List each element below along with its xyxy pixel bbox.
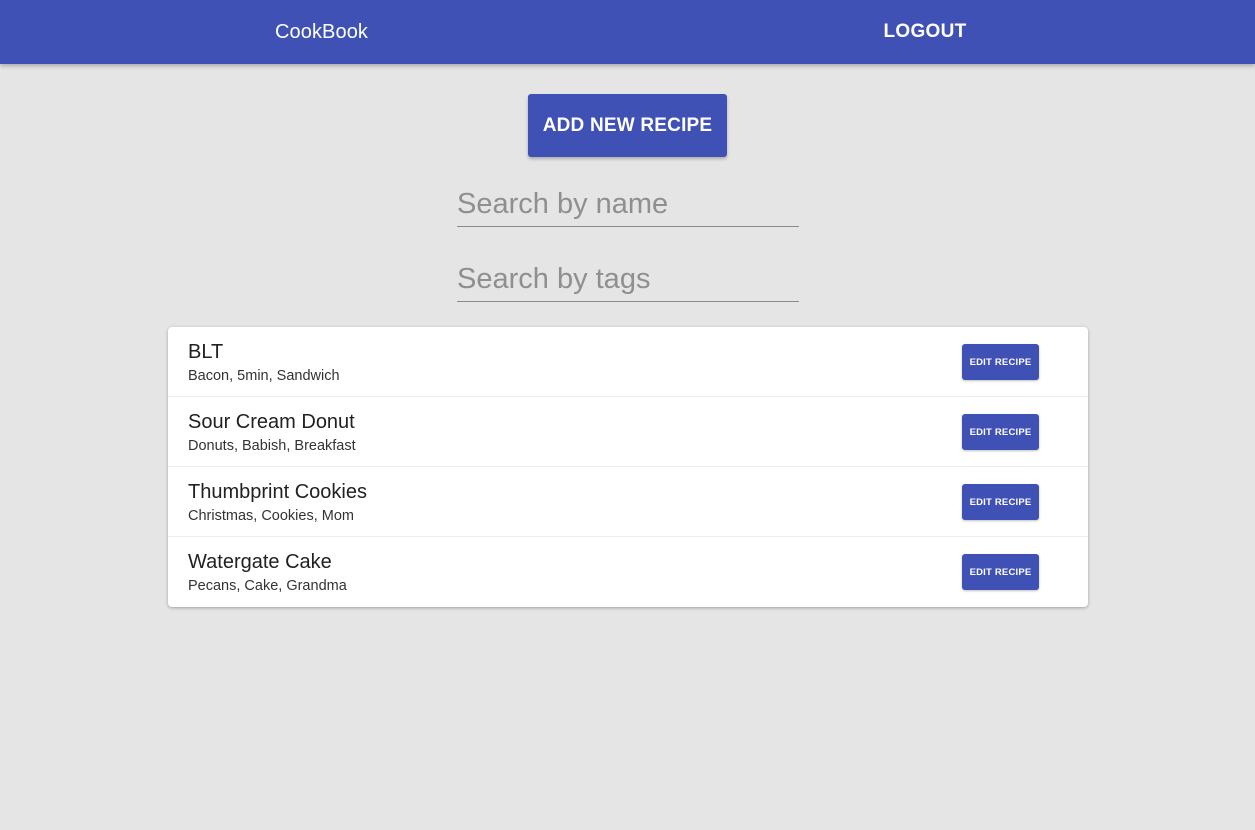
edit-recipe-button[interactable]: EDIT RECIPE xyxy=(962,344,1039,380)
list-item[interactable]: Sour Cream Donut Donuts, Babish, Breakfa… xyxy=(168,397,1088,467)
logout-button[interactable]: LOGOUT xyxy=(643,0,1207,64)
search-by-name-input[interactable] xyxy=(457,183,799,226)
search-by-tags-input[interactable] xyxy=(457,258,799,301)
recipe-name: Thumbprint Cookies xyxy=(188,481,367,503)
edit-recipe-button[interactable]: EDIT RECIPE xyxy=(962,484,1039,520)
recipe-name: Sour Cream Donut xyxy=(188,411,355,433)
recipe-tags: Christmas, Cookies, Mom xyxy=(188,508,354,524)
search-by-tags-field xyxy=(457,258,799,302)
edit-recipe-button[interactable]: EDIT RECIPE xyxy=(962,414,1039,450)
recipe-tags: Bacon, 5min, Sandwich xyxy=(188,368,340,384)
edit-recipe-button[interactable]: EDIT RECIPE xyxy=(962,554,1039,590)
search-by-name-field xyxy=(457,183,799,227)
app-title[interactable]: CookBook xyxy=(0,0,643,64)
recipe-tags: Donuts, Babish, Breakfast xyxy=(188,438,356,454)
recipe-name: BLT xyxy=(188,341,224,363)
list-item[interactable]: Watergate Cake Pecans, Cake, Grandma EDI… xyxy=(168,537,1088,607)
list-item[interactable]: Thumbprint Cookies Christmas, Cookies, M… xyxy=(168,467,1088,537)
recipe-list: BLT Bacon, 5min, Sandwich EDIT RECIPE So… xyxy=(168,327,1088,607)
recipe-tags: Pecans, Cake, Grandma xyxy=(188,578,347,594)
list-item[interactable]: BLT Bacon, 5min, Sandwich EDIT RECIPE xyxy=(168,327,1088,397)
add-new-recipe-button[interactable]: ADD NEW RECIPE xyxy=(528,94,727,157)
recipe-name: Watergate Cake xyxy=(188,551,332,573)
app-bar: CookBook LOGOUT xyxy=(0,0,1255,64)
